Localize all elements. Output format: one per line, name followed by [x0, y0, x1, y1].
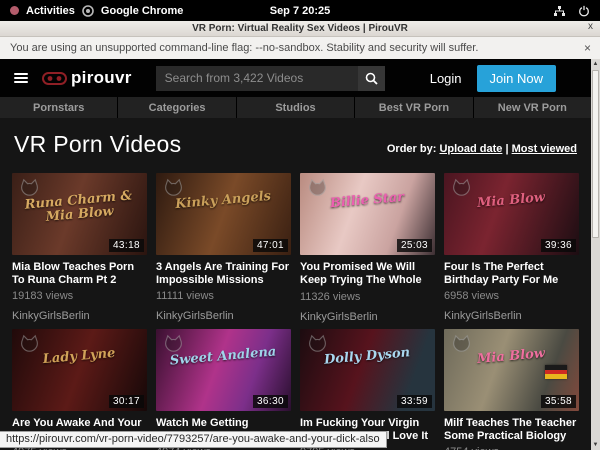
video-duration-badge: 39:36: [541, 239, 576, 252]
video-grid: Runa Charm & Mia Blow 43:18 Mia Blow Tea…: [0, 167, 591, 450]
video-studio-link[interactable]: KinkyGirlsBerlin: [300, 311, 435, 323]
video-duration-badge: 36:30: [253, 395, 288, 408]
video-duration-badge: 47:01: [253, 239, 288, 252]
order-by-label: Order by:: [387, 143, 437, 155]
site-header: pirouvr Login Join Now: [0, 59, 591, 97]
order-separator: |: [502, 143, 511, 155]
order-most-viewed-link[interactable]: Most viewed: [512, 143, 577, 155]
video-views: 4754 views: [444, 446, 579, 450]
vr-goggles-icon: [42, 72, 67, 85]
video-thumbnail[interactable]: Sweet Analena 36:30: [156, 329, 291, 411]
video-duration-badge: 25:03: [397, 239, 432, 252]
video-title-link[interactable]: Milf Teaches The Teacher Some Practical …: [444, 417, 579, 443]
join-now-button[interactable]: Join Now: [477, 65, 556, 92]
system-top-bar: Activities Google Chrome Sep 7 20:25: [0, 0, 600, 21]
window-close-button[interactable]: x: [588, 21, 593, 32]
nav-item-studios[interactable]: Studios: [237, 97, 354, 118]
video-views: 19183 views: [12, 290, 147, 302]
video-thumbnail[interactable]: Mia Blow 39:36: [444, 173, 579, 255]
video-card[interactable]: Runa Charm & Mia Blow 43:18 Mia Blow Tea…: [12, 173, 147, 323]
video-thumbnail[interactable]: Kinky Angels 47:01: [156, 173, 291, 255]
video-thumbnail[interactable]: Mia Blow 35:58: [444, 329, 579, 411]
login-button[interactable]: Login: [430, 71, 462, 86]
video-thumbnail[interactable]: Lady Lyne 30:17: [12, 329, 147, 411]
order-upload-date-link[interactable]: Upload date: [439, 143, 502, 155]
scroll-down-arrow-icon[interactable]: ▼: [591, 440, 600, 450]
chrome-icon: [82, 5, 94, 17]
german-flag-icon: [545, 365, 567, 379]
search-input[interactable]: [156, 66, 358, 91]
video-title-link[interactable]: 3 Angels Are Training For Impossible Mis…: [156, 261, 291, 287]
video-duration-badge: 35:58: [541, 395, 576, 408]
video-duration-badge: 43:18: [109, 239, 144, 252]
menu-icon[interactable]: [14, 71, 28, 85]
main-nav: Pornstars Categories Studios Best VR Por…: [0, 97, 591, 118]
warning-text: You are using an unsupported command-lin…: [10, 42, 478, 54]
nav-item-pornstars[interactable]: Pornstars: [0, 97, 117, 118]
order-by: Order by: Upload date | Most viewed: [387, 143, 577, 155]
site-logo-text: pirouvr: [71, 68, 132, 88]
search-button[interactable]: [358, 66, 385, 91]
clock[interactable]: Sep 7 20:25: [270, 5, 331, 17]
activities-button[interactable]: Activities: [26, 5, 75, 17]
video-views: 6958 views: [444, 290, 579, 302]
search-icon: [365, 72, 378, 85]
warning-close-icon[interactable]: ×: [584, 41, 591, 55]
video-views: 11111 views: [156, 290, 291, 302]
video-title-link[interactable]: You Promised We Will Keep Trying The Who…: [300, 261, 435, 288]
page-head: VR Porn Videos Order by: Upload date | M…: [0, 118, 591, 167]
video-thumbnail[interactable]: Runa Charm & Mia Blow 43:18: [12, 173, 147, 255]
network-icon[interactable]: [553, 5, 566, 17]
scroll-up-arrow-icon[interactable]: ▲: [591, 59, 600, 69]
video-card[interactable]: Billie Star 25:03 You Promised We Will K…: [300, 173, 435, 323]
video-card[interactable]: Mia Blow 35:58 Milf Teaches The Teacher …: [444, 329, 579, 450]
video-views: 11326 views: [300, 291, 435, 303]
nav-item-best-vr-porn[interactable]: Best VR Porn: [355, 97, 472, 118]
video-title-link[interactable]: Mia Blow Teaches Porn To Runa Charm Pt 2: [12, 261, 147, 287]
scrollbar-thumb[interactable]: [592, 70, 599, 238]
video-studio-link[interactable]: KinkyGirlsBerlin: [444, 310, 579, 322]
video-thumbnail[interactable]: Billie Star 25:03: [300, 173, 435, 255]
window-title: VR Porn: Virtual Reality Sex Videos | Pi…: [192, 23, 408, 34]
window-title-bar[interactable]: VR Porn: Virtual Reality Sex Videos | Pi…: [0, 21, 600, 37]
page-title: VR Porn Videos: [14, 131, 181, 158]
video-title-link[interactable]: Four Is The Perfect Birthday Party For M…: [444, 261, 579, 287]
video-thumbnail[interactable]: Dolly Dyson 33:59: [300, 329, 435, 411]
video-card[interactable]: Mia Blow 39:36 Four Is The Perfect Birth…: [444, 173, 579, 323]
video-duration-badge: 30:17: [109, 395, 144, 408]
search-bar: [156, 66, 385, 91]
video-card[interactable]: Kinky Angels 47:01 3 Angels Are Training…: [156, 173, 291, 323]
video-studio-link[interactable]: KinkyGirlsBerlin: [156, 310, 291, 322]
power-icon[interactable]: [578, 5, 590, 17]
nav-item-new-vr-porn[interactable]: New VR Porn: [474, 97, 591, 118]
video-duration-badge: 33:59: [397, 395, 432, 408]
page-scrollbar[interactable]: ▲ ▼: [591, 59, 600, 450]
browser-viewport: pirouvr Login Join Now Pornstars Categor…: [0, 59, 591, 450]
site-logo[interactable]: pirouvr: [42, 68, 132, 88]
status-url-tooltip: https://pirouvr.com/vr-porn-video/779325…: [0, 431, 387, 448]
nav-item-categories[interactable]: Categories: [118, 97, 235, 118]
video-studio-link[interactable]: KinkyGirlsBerlin: [12, 310, 147, 322]
app-menu-button[interactable]: Google Chrome: [101, 5, 184, 17]
warning-bar: You are using an unsupported command-lin…: [0, 37, 600, 59]
activities-indicator-dot: [10, 6, 19, 15]
